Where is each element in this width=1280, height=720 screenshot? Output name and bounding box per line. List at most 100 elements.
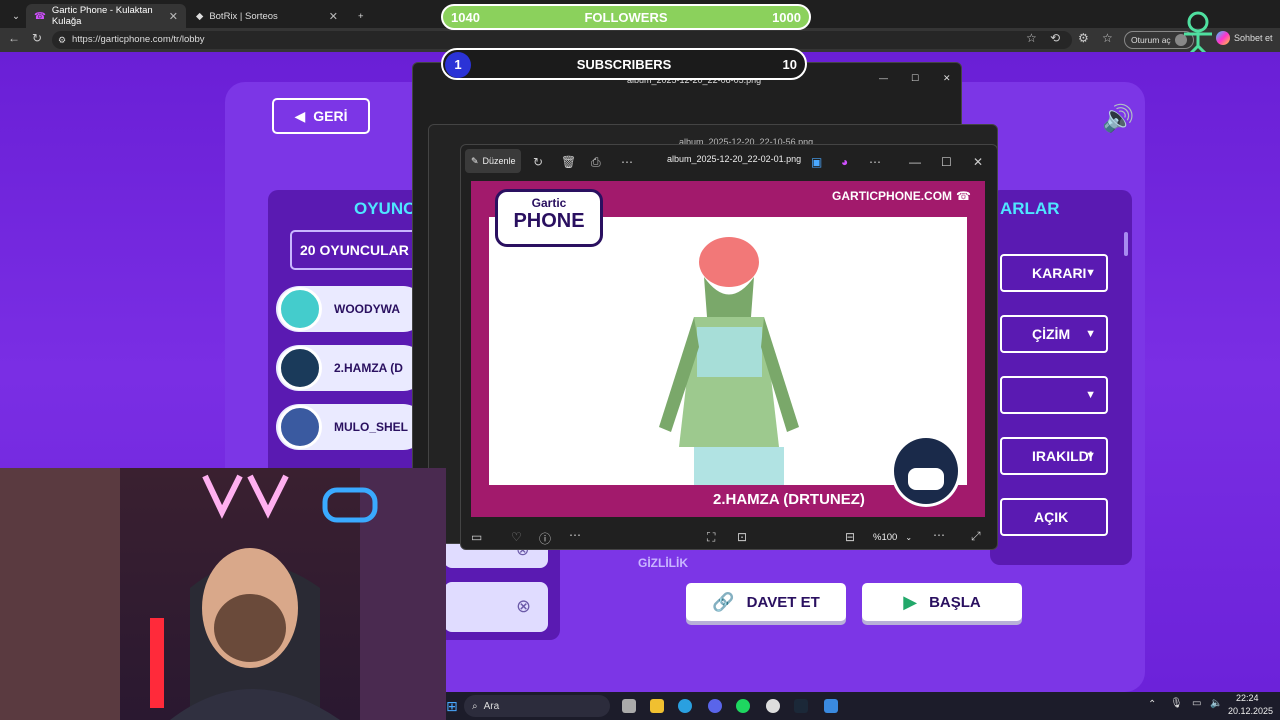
player-row: WOODYWA (276, 286, 426, 332)
discord-icon[interactable] (708, 699, 722, 713)
players-title: OYUNC (354, 199, 416, 218)
chevron-down-icon: ▼ (1085, 267, 1096, 279)
volume-icon[interactable]: 🔈 (1210, 698, 1222, 709)
scrollbar[interactable] (1124, 232, 1128, 256)
task-view-icon[interactable] (622, 699, 636, 713)
more-icon[interactable]: ⋯ (569, 528, 581, 542)
setting-select[interactable]: KARARI ▼ (1000, 254, 1108, 292)
site-label: GARTICPHONE.COM ☎ (832, 189, 971, 203)
extensions-icon[interactable]: ⟲ (1050, 31, 1060, 45)
fullscreen-icon[interactable]: ⤢ (971, 529, 981, 544)
followers-goal-bar: 1040 FOLLOWERS 1000 (441, 4, 811, 30)
designer-icon[interactable]: ▣ (811, 155, 822, 169)
favorites-icon[interactable]: ☆ (1102, 31, 1113, 45)
filmstrip-icon[interactable]: ▭ (471, 530, 482, 544)
subscribers-label: SUBSCRIBERS (576, 57, 672, 72)
players-count: 20 OYUNCULAR (290, 230, 420, 270)
site-label-text: GARTICPHONE.COM (832, 189, 953, 203)
maximize-icon[interactable]: ☐ (941, 155, 952, 169)
more-icon[interactable]: ⋯ (869, 155, 881, 169)
print-icon[interactable]: ⎙ (591, 155, 601, 170)
player-avatar (278, 287, 322, 331)
chevron-up-icon[interactable]: ⌃ (1148, 699, 1156, 710)
edit-button[interactable]: ✎ Düzenle (465, 149, 521, 173)
speaker-icon[interactable]: 🔊 (1102, 103, 1134, 134)
more-icon[interactable]: ⋯ (621, 155, 633, 169)
zoom-value: %100 (873, 531, 898, 543)
copilot-icon[interactable]: ◕ (841, 155, 848, 169)
file-explorer-icon[interactable] (650, 699, 664, 713)
new-tab-button[interactable]: + (350, 4, 372, 28)
minimize-icon[interactable]: — (879, 73, 888, 83)
maximize-icon[interactable]: ☐ (911, 73, 919, 84)
tab-botrix[interactable]: ◆ BotRix | Sorteos ✕ (188, 4, 346, 28)
chevron-down-icon: ▼ (1085, 389, 1096, 401)
invite-label: DAVET ET (746, 593, 820, 611)
left-triangle-icon: ◀ (294, 107, 306, 124)
remove-icon[interactable]: ⊗ (516, 596, 531, 617)
more-icon[interactable]: ⋯ (933, 528, 945, 542)
mic-icon[interactable]: 🎙 (1170, 698, 1183, 709)
setting-select[interactable]: ▼ (1000, 376, 1108, 414)
avatar-face (908, 468, 944, 490)
close-icon[interactable]: ✕ (973, 155, 983, 169)
star-icon[interactable]: ☆ (1026, 31, 1037, 45)
back-arrow-icon[interactable]: ← (8, 31, 20, 45)
edit-label: Düzenle (482, 156, 516, 166)
player-name: WOODYWA (334, 302, 400, 316)
invite-button[interactable]: 🔗 DAVET ET (686, 583, 846, 621)
info-icon[interactable]: ⓘ (539, 530, 551, 547)
photos-icon[interactable] (824, 699, 838, 713)
steam-icon[interactable] (794, 699, 808, 713)
setting-label: IRAKILDI (1032, 448, 1093, 464)
taskbar-search[interactable]: ⌕ Ara (464, 695, 610, 717)
start-button[interactable]: ▶ BAŞLA (862, 583, 1022, 621)
spotify-icon[interactable] (736, 699, 750, 713)
fit-icon[interactable]: ⛶ (707, 530, 715, 545)
author-avatar (891, 435, 961, 507)
close-tab-icon[interactable]: ✕ (169, 10, 178, 23)
setting-label: KARARI (1032, 265, 1087, 281)
setting-select[interactable]: IRAKILDI ▼ (1000, 437, 1108, 475)
minimize-icon[interactable]: — (909, 155, 921, 169)
setting-label: ÇİZİM (1032, 326, 1071, 342)
actual-size-icon[interactable]: ⊟ (845, 530, 855, 544)
subscribers-goal: 10 (782, 57, 797, 72)
search-icon: ⌕ (472, 700, 478, 712)
close-icon[interactable]: ✕ (943, 73, 951, 84)
copilot-icon (1216, 31, 1230, 45)
copilot-chat-button[interactable]: Sohbet et (1216, 31, 1273, 45)
delete-icon[interactable]: 🗑 (561, 155, 576, 169)
chevron-down-icon: ▼ (1085, 328, 1096, 340)
player-name: 2.HAMZA (D (334, 361, 403, 375)
followers-label: FOLLOWERS (584, 10, 668, 25)
crop-icon[interactable]: ⊡ (737, 530, 747, 544)
heart-icon[interactable]: ♡ (511, 530, 522, 544)
puzzle-icon[interactable]: ⚙ (1078, 31, 1089, 45)
close-tab-icon[interactable]: ✕ (329, 10, 338, 23)
photos-window[interactable]: ✎ Düzenle ↻ 🗑 ⎙ ⋯ album_2025-12-20_22-02… (460, 144, 998, 550)
zoom-select[interactable]: %100 ⌄ (867, 528, 923, 546)
setting-select[interactable]: ÇİZİM ▼ (1000, 315, 1108, 353)
site-info-icon[interactable]: ⚙ (58, 31, 66, 49)
reload-icon[interactable]: ↻ (32, 31, 42, 45)
player-row: 2.HAMZA (D (276, 345, 426, 391)
chrome-icon[interactable] (766, 699, 780, 713)
drawing-image: Gartic PHONE GARTICPHONE.COM ☎ 2.HAMZA (… (471, 181, 985, 517)
privacy-label: GİZLİLİK (638, 556, 688, 570)
back-label: GERİ (313, 108, 348, 124)
network-icon[interactable]: ▭ (1192, 698, 1201, 709)
rotate-icon[interactable]: ↻ (533, 155, 543, 169)
tab-gartic[interactable]: ☎ Gartic Phone - Kulaktan Kulağa ✕ (26, 4, 186, 28)
url-text: https://garticphone.com/tr/lobby (72, 34, 205, 45)
setting-toggle[interactable]: AÇIK (1000, 498, 1108, 536)
start-icon[interactable]: ⊞ (446, 698, 458, 715)
edge-icon[interactable] (678, 699, 692, 713)
player-avatar (278, 405, 322, 449)
back-button[interactable]: ◀ GERİ (272, 98, 370, 134)
window-filename: album_2025-12-20_22-02-01.png (667, 154, 802, 164)
play-icon: ▶ (903, 591, 918, 612)
tab-list-button[interactable]: ⌄ (4, 4, 22, 28)
url-field[interactable]: ⚙ https://garticphone.com/tr/lobby (52, 31, 1072, 49)
gartic-phone-logo: Gartic PHONE (495, 189, 603, 247)
